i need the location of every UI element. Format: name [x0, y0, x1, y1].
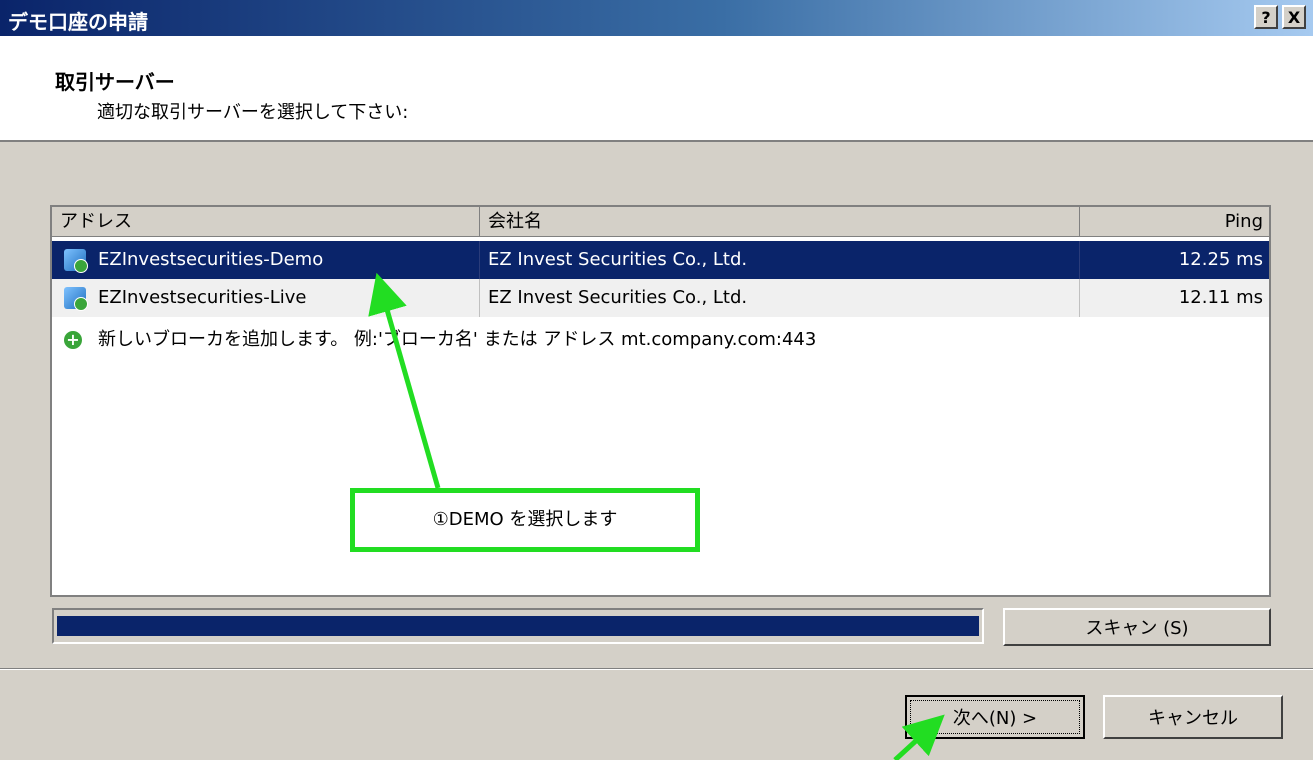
- annotation-callout: ①DEMO を選択します: [350, 488, 700, 552]
- server-row-live[interactable]: EZInvestsecurities-Live EZ Invest Securi…: [52, 279, 1269, 317]
- column-header-ping[interactable]: Ping: [1080, 207, 1269, 237]
- server-ping: 12.11 ms: [1178, 287, 1263, 308]
- column-headers: アドレス 会社名 Ping: [52, 207, 1269, 237]
- server-ping: 12.25 ms: [1178, 249, 1263, 270]
- cancel-button[interactable]: キャンセル: [1103, 695, 1283, 739]
- server-address: EZInvestsecurities-Live: [98, 279, 480, 317]
- header-title: 取引サーバー: [55, 70, 175, 94]
- server-icon: [64, 287, 88, 311]
- close-button[interactable]: X: [1282, 5, 1306, 29]
- add-broker-text: 新しいブローカを追加します。 例:'ブローカ名' または アドレス mt.com…: [98, 329, 817, 350]
- server-company: EZ Invest Securities Co., Ltd.: [488, 279, 1080, 317]
- server-company: EZ Invest Securities Co., Ltd.: [488, 241, 1080, 279]
- server-address: EZInvestsecurities-Demo: [98, 241, 480, 279]
- server-row-demo[interactable]: EZInvestsecurities-Demo EZ Invest Securi…: [52, 241, 1269, 279]
- wizard-header: 取引サーバー 適切な取引サーバーを選択して下さい:: [0, 36, 1313, 142]
- title-bar: デモ口座の申請 ? X: [0, 0, 1313, 36]
- add-broker-row[interactable]: + 新しいブローカを追加します。 例:'ブローカ名' または アドレス mt.c…: [52, 321, 1269, 359]
- window-title: デモ口座の申請: [8, 10, 148, 34]
- header-subtitle: 適切な取引サーバーを選択して下さい:: [97, 102, 409, 123]
- next-button[interactable]: 次へ(N) >: [905, 695, 1085, 739]
- server-icon: [64, 249, 88, 273]
- footer-divider: [0, 668, 1313, 670]
- scan-progress-fill: [57, 616, 979, 636]
- scan-progress-bar: [52, 608, 984, 644]
- help-button[interactable]: ?: [1254, 5, 1278, 29]
- add-icon: +: [64, 331, 82, 349]
- column-header-company[interactable]: 会社名: [480, 207, 1080, 237]
- scan-button[interactable]: スキャン (S): [1003, 608, 1271, 646]
- column-header-address[interactable]: アドレス: [52, 207, 480, 237]
